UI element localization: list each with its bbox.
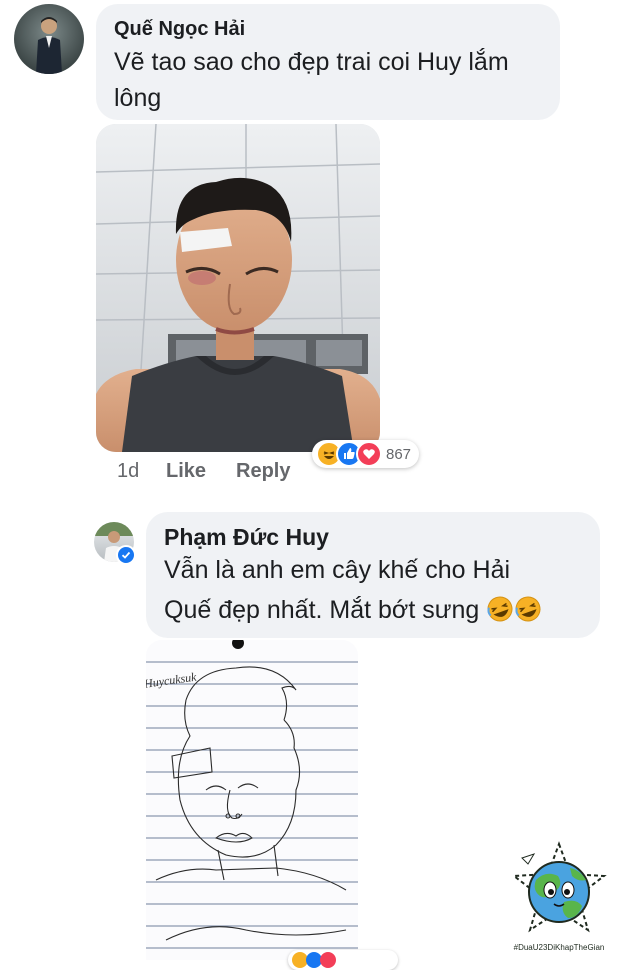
rolling-laughing-emoji-icon <box>487 596 541 622</box>
verified-badge-icon <box>116 545 136 565</box>
watermark-hashtag: #DuaU23DiKhapTheGian <box>513 943 605 952</box>
comment-text-line-1: Vẽ tao sao cho đẹp trai coi Huy lắm <box>114 48 509 76</box>
globe-star-icon <box>511 841 607 933</box>
like-link[interactable]: Like <box>166 460 206 483</box>
reply-sketch-photo[interactable]: Huycuksuk <box>146 640 358 960</box>
reaction-summary[interactable]: 867 <box>312 440 420 468</box>
comment-timestamp[interactable]: 1d <box>117 460 139 483</box>
reply-text-line-1: Vẫn là anh em cây khế cho Hải <box>164 556 511 584</box>
love-reaction-icon <box>356 441 382 467</box>
person-silhouette-icon <box>36 17 62 74</box>
rolling-laughing-emoji-pair: 🤣🤣 <box>486 596 542 624</box>
watermark-logo: #DuaU23DiKhapTheGian <box>506 840 612 954</box>
reply-label[interactable]: Reply <box>236 460 290 482</box>
comment-photo[interactable] <box>96 124 380 452</box>
selfie-photo-image <box>96 124 380 452</box>
reply-reaction-summary[interactable] <box>288 950 398 970</box>
reaction-icons <box>292 952 336 968</box>
like-label[interactable]: Like <box>166 460 206 482</box>
reply-text-line-2-words: Quế đẹp nhất. Mắt bớt sưng <box>164 596 480 624</box>
comment-text-line-2: lông <box>114 84 162 112</box>
reaction-count: 867 <box>386 445 412 463</box>
avatar-que-ngoc-hai[interactable] <box>14 4 84 74</box>
reply-text-line-2: Quế đẹp nhất. Mắt bớt sưng 🤣🤣 <box>164 592 542 629</box>
comment-author[interactable]: Quế Ngọc Hải <box>114 18 245 41</box>
pencil-sketch-image: Huycuksuk <box>146 640 358 960</box>
reply-link[interactable]: Reply <box>236 460 290 483</box>
reply-author[interactable]: Phạm Đức Huy <box>164 524 329 551</box>
